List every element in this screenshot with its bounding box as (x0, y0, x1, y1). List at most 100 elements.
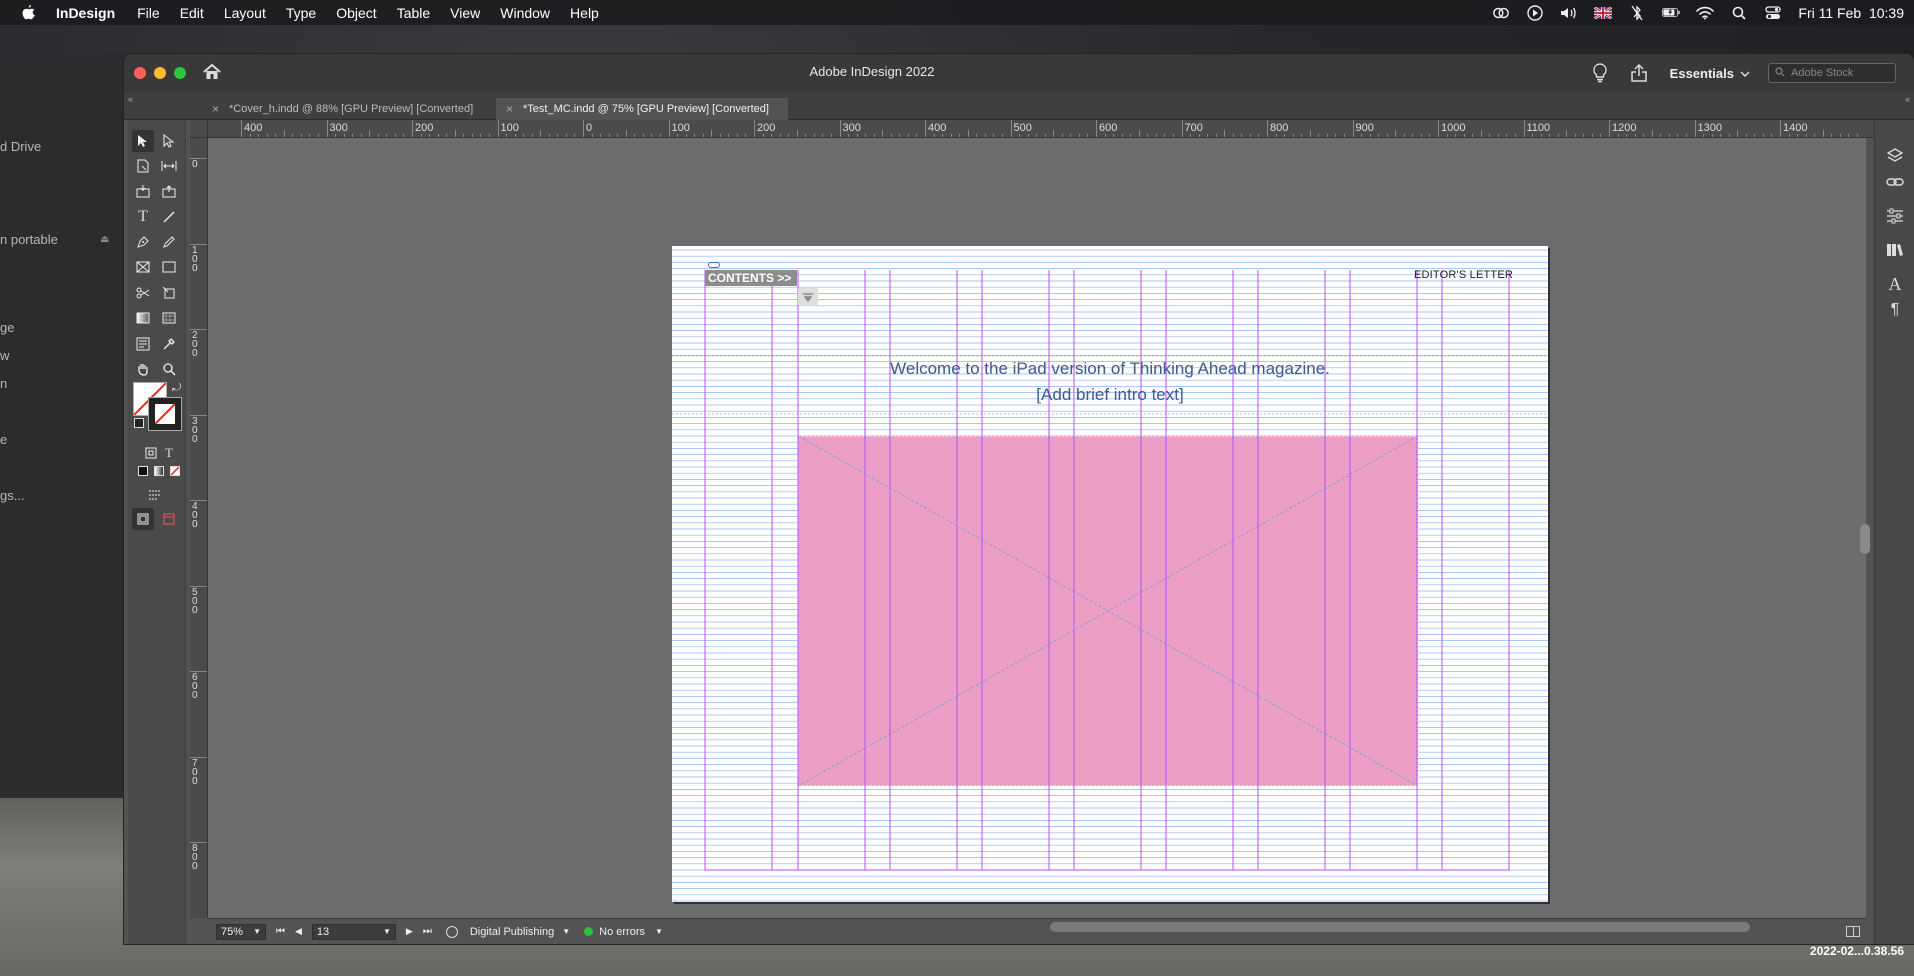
note-tool-icon[interactable] (132, 333, 154, 355)
normal-view-mode-icon[interactable] (132, 508, 154, 530)
split-window-icon[interactable] (1846, 926, 1860, 937)
paragraph-icon[interactable]: ¶ (1885, 300, 1905, 320)
apple-icon[interactable] (20, 3, 40, 23)
menu-file[interactable]: File (137, 5, 160, 21)
document-intent[interactable]: Digital Publishing (470, 926, 554, 938)
vertical-ruler[interactable]: 01002003004005006007008000 (190, 138, 208, 918)
stroke-swatch[interactable] (148, 397, 182, 431)
battery-icon[interactable] (1662, 6, 1681, 20)
ruler-origin[interactable] (190, 120, 208, 138)
finder-item-3[interactable]: ge (0, 320, 14, 335)
bluetooth-off-icon[interactable] (1628, 4, 1646, 21)
properties-icon[interactable] (1885, 206, 1905, 226)
menu-layout[interactable]: Layout (224, 5, 266, 21)
free-transform-tool-icon[interactable] (158, 282, 180, 304)
chevron-down-icon[interactable]: ▼ (562, 927, 570, 936)
selection-tool-icon[interactable] (132, 130, 154, 152)
menu-type[interactable]: Type (286, 5, 316, 21)
character-icon[interactable]: A (1885, 274, 1905, 294)
contents-button-frame[interactable]: CONTENTS >> (705, 270, 797, 286)
page-tool-icon[interactable] (132, 155, 154, 177)
last-page-icon[interactable]: ⏭ (423, 926, 432, 937)
pasteboard[interactable]: CONTENTS >> EDITOR'S LETTER Welcome to t… (208, 138, 1866, 918)
horizontal-scrollbar-thumb[interactable] (1050, 922, 1750, 932)
finder-item-portable[interactable]: n portable (0, 232, 58, 247)
app-menu[interactable]: InDesign (56, 5, 115, 21)
document-page[interactable]: CONTENTS >> EDITOR'S LETTER Welcome to t… (672, 246, 1548, 902)
direct-selection-tool-icon[interactable] (158, 130, 180, 152)
edit-mode-icon[interactable] (144, 484, 166, 506)
rectangle-tool-icon[interactable] (158, 256, 180, 278)
apply-color-icon[interactable] (138, 466, 148, 476)
workspace-switcher[interactable]: Essentials (1670, 66, 1750, 81)
lightbulb-icon[interactable] (1592, 63, 1608, 83)
collapse-right-panel-icon[interactable]: « (1905, 94, 1910, 104)
rectangle-frame-tool-icon[interactable] (132, 256, 154, 278)
gradient-swatch-tool-icon[interactable] (132, 307, 154, 329)
first-page-icon[interactable]: ⏮ (276, 926, 285, 937)
open-page-icon[interactable] (445, 925, 458, 938)
menu-table[interactable]: Table (397, 5, 430, 21)
eyedropper-tool-icon[interactable] (158, 333, 180, 355)
presentation-mode-icon[interactable] (158, 508, 180, 530)
tab-cover-h[interactable]: × *Cover_h.indd @ 88% [GPU Preview] [Con… (202, 98, 494, 120)
zoom-tool-icon[interactable] (158, 358, 180, 380)
swap-fill-stroke-icon[interactable]: ⤾ (172, 382, 181, 395)
previous-page-icon[interactable]: ◀ (295, 926, 302, 937)
content-collector-tool-icon[interactable] (132, 180, 154, 202)
apply-gradient-icon[interactable] (154, 466, 164, 476)
play-icon[interactable] (1526, 4, 1544, 21)
tab-test-mc[interactable]: × *Test_MC.indd @ 75% [GPU Preview] [Con… (496, 98, 788, 120)
next-page-icon[interactable]: ▶ (406, 926, 413, 937)
gradient-feather-tool-icon[interactable] (158, 307, 180, 329)
horizontal-ruler[interactable]: 400 300 200 100 0 100 200 300 400 500 600 700 800 900… (208, 120, 1892, 138)
pen-tool-icon[interactable] (132, 231, 154, 253)
finder-item-5[interactable]: n (0, 376, 7, 391)
finder-item-6[interactable]: e (0, 432, 7, 447)
menu-edit[interactable]: Edit (180, 5, 204, 21)
scissors-tool-icon[interactable] (132, 282, 154, 304)
cc-libraries-icon[interactable] (1885, 240, 1905, 260)
close-tab-icon[interactable]: × (506, 102, 513, 116)
spotlight-search-icon[interactable] (1730, 6, 1748, 20)
menu-window[interactable]: Window (500, 5, 550, 21)
vertical-scrollbar-thumb[interactable] (1860, 524, 1870, 554)
layers-icon[interactable] (1885, 146, 1905, 166)
links-icon[interactable] (1885, 172, 1905, 192)
preflight-status[interactable]: No errors (599, 926, 645, 938)
content-placer-tool-icon[interactable] (158, 180, 180, 202)
close-tab-icon[interactable]: × (212, 102, 219, 116)
control-center-icon[interactable] (1764, 5, 1782, 20)
finder-item-drive[interactable]: d Drive (0, 139, 41, 154)
apply-none-icon[interactable] (170, 466, 180, 476)
editors-letter-label[interactable]: EDITOR'S LETTER (1414, 269, 1513, 281)
chevron-down-icon[interactable]: ▼ (655, 927, 663, 936)
zoom-select[interactable]: 75% ▼ (216, 923, 266, 940)
finder-item-7[interactable]: gs... (0, 488, 25, 503)
share-icon[interactable] (1630, 63, 1648, 83)
volume-icon[interactable] (1560, 6, 1578, 20)
line-tool-icon[interactable] (158, 206, 180, 228)
default-fill-stroke-icon[interactable] (134, 418, 144, 428)
menu-help[interactable]: Help (570, 5, 599, 21)
collapse-panel-icon[interactable]: « (128, 94, 133, 104)
menu-object[interactable]: Object (336, 5, 376, 21)
page-number-field[interactable]: 13 ▼ (311, 923, 396, 940)
gap-tool-icon[interactable] (158, 155, 180, 177)
ruler-tick (1181, 120, 1183, 137)
eject-icon[interactable]: ⏏ (100, 234, 109, 245)
intro-text-frame[interactable]: Welcome to the iPad version of Thinking … (772, 356, 1448, 408)
menubar-clock[interactable]: Fri 11 Feb 10:39 (1798, 5, 1904, 21)
creative-cloud-icon[interactable] (1492, 6, 1510, 20)
type-tool-icon[interactable]: T (132, 206, 154, 228)
menu-view[interactable]: View (450, 5, 480, 21)
image-placeholder-frame[interactable] (798, 436, 1418, 786)
wifi-icon[interactable] (1696, 6, 1715, 20)
uk-flag-icon[interactable] (1594, 6, 1613, 20)
hand-tool-icon[interactable] (132, 358, 154, 380)
adobe-stock-search[interactable]: Adobe Stock (1768, 63, 1896, 83)
finder-item-4[interactable]: w (0, 348, 9, 363)
formatting-text-icon[interactable]: T (158, 442, 180, 464)
object-state-icon[interactable] (798, 288, 818, 306)
pencil-tool-icon[interactable] (158, 231, 180, 253)
